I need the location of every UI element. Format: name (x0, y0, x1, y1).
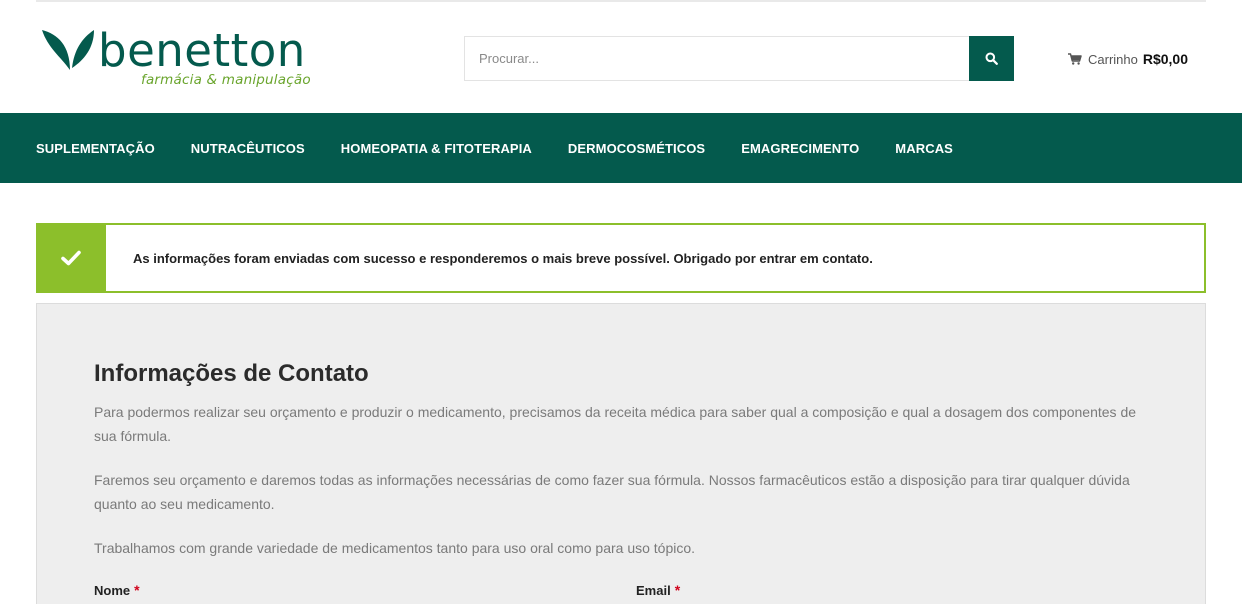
nav-item-dermocosmeticos[interactable]: DERMOCOSMÉTICOS (568, 141, 705, 156)
search-button[interactable] (969, 36, 1014, 81)
cart-icon (1068, 53, 1082, 65)
brand-tagline: farmácia & manipulação (141, 72, 311, 88)
cart-total: R$0,00 (1142, 51, 1189, 67)
site-header: benetton farmácia & manipulação Carrinho… (0, 2, 1242, 113)
required-mark: * (134, 582, 140, 598)
email-label-text: Email (636, 583, 671, 598)
search-input[interactable] (464, 36, 970, 81)
contact-paragraph: Faremos seu orçamento e daremos todas as… (94, 472, 1130, 512)
logo[interactable]: benetton farmácia & manipulação (40, 24, 311, 92)
name-label-text: Nome (94, 583, 131, 598)
search-bar (464, 36, 1014, 81)
email-field-label: Email * (636, 582, 680, 598)
nav-item-nutraceuticos[interactable]: NUTRACÊUTICOS (191, 141, 305, 156)
search-icon (985, 52, 998, 65)
success-notice: As informações foram enviadas com sucess… (36, 223, 1206, 293)
check-icon (61, 250, 81, 266)
nav-item-suplementacao[interactable]: SUPLEMENTAÇÃO (36, 141, 155, 156)
contact-paragraph: Trabalhamos com grande variedade de medi… (94, 540, 696, 556)
contact-panel: Informações de Contato Para podermos rea… (36, 303, 1206, 604)
nav-item-homeopatia-fitoterapia[interactable]: HOMEOPATIA & FITOTERAPIA (341, 141, 532, 156)
required-mark: * (674, 582, 681, 598)
brand-name: benetton (98, 24, 306, 77)
cart-link[interactable]: Carrinho R$0,00 (1068, 50, 1188, 68)
notice-message: As informações foram enviadas com sucess… (133, 250, 873, 266)
main-nav: SUPLEMENTAÇÃO NUTRACÊUTICOS HOMEOPATIA &… (0, 113, 1242, 183)
cart-label: Carrinho (1088, 51, 1138, 67)
leaf-logo-icon (42, 30, 94, 70)
contact-paragraph: Para podermos realizar seu orçamento e p… (94, 404, 1137, 444)
notice-icon-box (36, 223, 106, 293)
nav-item-marcas[interactable]: MARCAS (895, 141, 953, 156)
nav-item-emagrecimento[interactable]: EMAGRECIMENTO (741, 141, 859, 156)
name-field-label: Nome * (94, 582, 140, 598)
contact-title: Informações de Contato (94, 360, 369, 387)
